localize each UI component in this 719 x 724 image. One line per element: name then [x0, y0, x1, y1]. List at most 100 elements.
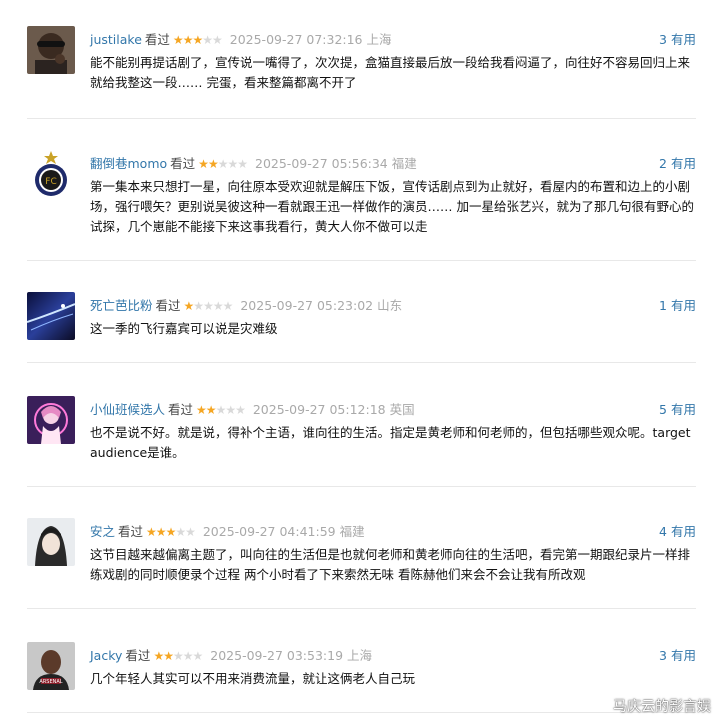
vote-count: 5	[659, 402, 667, 417]
svg-text:ARSENAL: ARSENAL	[39, 679, 62, 685]
star-filled-icon: ★	[172, 33, 184, 47]
watched-status: 看过	[118, 524, 144, 539]
comment-location: 上海	[366, 32, 392, 47]
avatar-image-icon	[27, 396, 75, 444]
comment-text: 这节目越来越偏离主题了，叫向往的生活但是也就何老师和黄老师向往的生活吧，看完第一…	[90, 547, 691, 582]
username-link[interactable]: 小仙班候选人	[90, 402, 165, 417]
comment-text: 这一季的飞行嘉宾可以说是灾难级	[90, 321, 278, 336]
comment-location: 福建	[391, 156, 417, 171]
star-empty-icon: ★	[182, 649, 194, 663]
vote-label: 有用	[670, 524, 696, 539]
comment-text: 也不是说不好。就是说，得补个主语，谁向往的生活。指定是黄老师和何老师的，但包括哪…	[90, 425, 691, 460]
comment-location: 山东	[377, 298, 403, 313]
star-empty-icon: ★	[225, 403, 236, 417]
avatar-image-icon: ARSENAL	[27, 642, 75, 690]
star-filled-icon: ★	[196, 403, 207, 417]
vote-count: 3	[659, 32, 667, 47]
star-empty-icon: ★	[203, 299, 214, 313]
vote-count: 2	[659, 156, 667, 171]
star-empty-icon: ★	[215, 403, 227, 417]
star-filled-icon: ★	[192, 33, 203, 47]
star-empty-icon: ★	[175, 525, 186, 539]
comment-text: 能不能别再提话剧了，宣传说一嘴得了，次次提，盒猫直接最后放一段给我看闷逼了，向往…	[90, 55, 691, 90]
divider	[27, 486, 696, 487]
divider	[27, 118, 696, 119]
useful-vote-button[interactable]: 2 有用	[659, 154, 696, 174]
star-empty-icon: ★	[211, 33, 223, 47]
star-filled-icon: ★	[198, 157, 209, 171]
comment-location: 上海	[347, 648, 373, 663]
useful-vote-button[interactable]: 3 有用	[659, 646, 696, 666]
comment-time: 2025-09-27 07:32:16	[229, 32, 363, 47]
rating-stars: ★★★★★	[172, 33, 223, 47]
watermark: 马庆云的影言娱	[613, 699, 711, 715]
star-filled-icon: ★	[155, 525, 167, 539]
comment-meta: Jacky 看过 ★★★★★ 2025-09-27 03:53:19 上海	[90, 646, 372, 666]
star-filled-icon: ★	[182, 33, 194, 47]
vote-label: 有用	[670, 156, 696, 171]
divider	[27, 260, 696, 261]
vote-label: 有用	[670, 298, 696, 313]
star-empty-icon: ★	[217, 157, 229, 171]
useful-vote-button[interactable]: 3 有用	[659, 30, 696, 50]
rating-stars: ★★★★★	[146, 525, 196, 539]
username-link[interactable]: 死亡芭比粉	[90, 298, 153, 313]
divider	[27, 608, 696, 609]
comment-location: 福建	[339, 524, 365, 539]
comment-time: 2025-09-27 05:12:18	[252, 402, 386, 417]
star-filled-icon: ★	[183, 299, 195, 313]
username-link[interactable]: justilake	[90, 32, 142, 47]
user-avatar[interactable]	[27, 26, 75, 74]
vote-count: 1	[659, 298, 667, 313]
star-empty-icon: ★	[172, 649, 184, 663]
vote-count: 3	[659, 648, 667, 663]
star-filled-icon: ★	[163, 649, 174, 663]
rating-stars: ★★★★★	[183, 299, 234, 313]
username-link[interactable]: 翻倒巷momo	[90, 156, 167, 171]
vote-label: 有用	[670, 402, 696, 417]
star-empty-icon: ★	[202, 33, 213, 47]
comment-meta: 安之 看过 ★★★★★ 2025-09-27 04:41:59 福建	[90, 522, 365, 542]
useful-vote-button[interactable]: 5 有用	[659, 400, 696, 420]
user-avatar[interactable]	[27, 396, 75, 444]
star-empty-icon: ★	[227, 157, 238, 171]
star-empty-icon: ★	[193, 299, 204, 313]
star-filled-icon: ★	[146, 525, 157, 539]
star-empty-icon: ★	[185, 525, 196, 539]
star-empty-icon: ★	[192, 649, 204, 663]
user-avatar[interactable]: FC	[27, 150, 75, 198]
rating-stars: ★★★★★	[153, 649, 204, 663]
star-empty-icon: ★	[235, 403, 246, 417]
divider	[27, 712, 696, 713]
watched-status: 看过	[155, 298, 181, 313]
star-filled-icon: ★	[207, 157, 219, 171]
star-filled-icon: ★	[205, 403, 217, 417]
user-avatar[interactable]: ARSENAL	[27, 642, 75, 690]
comment-text: 第一集本来只想打一星，向往原本受欢迎就是解压下饭，宣传话剧点到为止就好，看屋内的…	[90, 179, 694, 234]
star-filled-icon: ★	[165, 525, 177, 539]
comment-time: 2025-09-27 03:53:19	[210, 648, 344, 663]
comment-time: 2025-09-27 05:23:02	[240, 298, 374, 313]
comment-text: 几个年轻人其实可以不用来消费流量，就让这俩老人自己玩	[90, 671, 416, 686]
rating-stars: ★★★★★	[198, 157, 248, 171]
star-empty-icon: ★	[237, 157, 248, 171]
vote-label: 有用	[670, 648, 696, 663]
rating-stars: ★★★★★	[196, 403, 246, 417]
comment-meta: 小仙班候选人 看过 ★★★★★ 2025-09-27 05:12:18 英国	[90, 400, 415, 420]
user-avatar[interactable]	[27, 518, 75, 566]
comment-time: 2025-09-27 04:41:59	[202, 524, 336, 539]
vote-count: 4	[659, 524, 667, 539]
watched-status: 看过	[125, 648, 151, 663]
user-avatar[interactable]	[27, 292, 75, 340]
comment-meta: 翻倒巷momo 看过 ★★★★★ 2025-09-27 05:56:34 福建	[90, 154, 417, 174]
username-link[interactable]: Jacky	[90, 648, 122, 663]
watched-status: 看过	[144, 32, 170, 47]
useful-vote-button[interactable]: 4 有用	[659, 522, 696, 542]
useful-vote-button[interactable]: 1 有用	[659, 296, 696, 316]
username-link[interactable]: 安之	[90, 524, 115, 539]
avatar-image-icon: FC	[27, 150, 75, 198]
watched-status: 看过	[170, 156, 196, 171]
comment-location: 英国	[389, 402, 415, 417]
star-empty-icon: ★	[212, 299, 224, 313]
vote-label: 有用	[670, 32, 696, 47]
